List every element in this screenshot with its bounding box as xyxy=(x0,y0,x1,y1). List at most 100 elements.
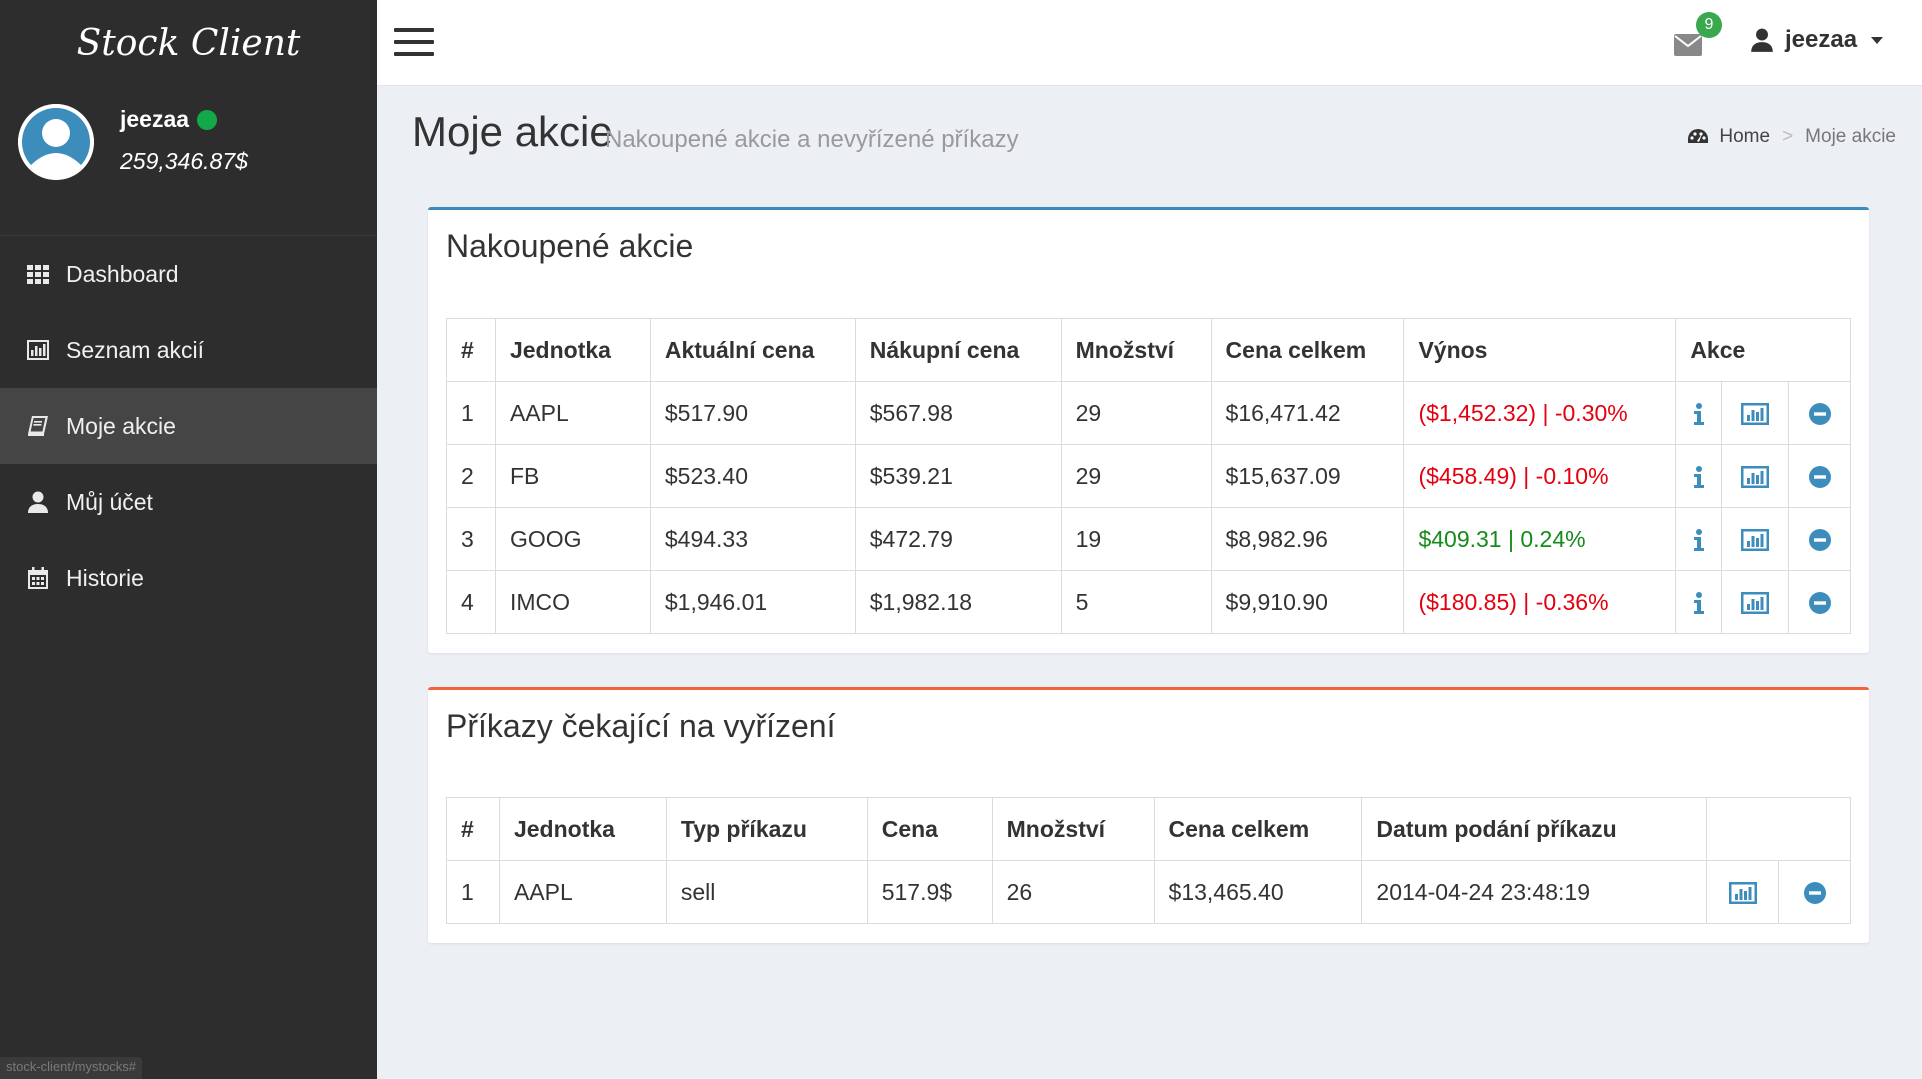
pending-orders-box: Příkazy čekající na vyřízení # Jednotka … xyxy=(428,687,1869,943)
yield-value: ($458.49) | -0.10% xyxy=(1403,444,1677,508)
total-price: $15,637.09 xyxy=(1210,444,1405,508)
brand-logo[interactable]: Stock Client xyxy=(0,0,377,86)
menu-toggle-icon[interactable] xyxy=(394,28,434,58)
sidebar: Stock Client jeezaa 259,346.87$ Dashboar… xyxy=(0,0,377,1079)
sell-button[interactable] xyxy=(1788,444,1851,508)
sidebar-item-label: Moje akcie xyxy=(66,412,176,439)
info-icon xyxy=(1693,589,1705,615)
calendar-icon xyxy=(26,566,50,590)
envelope-icon xyxy=(1674,34,1702,56)
row-index: 1 xyxy=(446,860,500,924)
chart-button[interactable] xyxy=(1706,860,1780,924)
minus-circle-icon xyxy=(1808,400,1831,426)
sell-button[interactable] xyxy=(1788,507,1851,571)
info-button[interactable] xyxy=(1675,507,1723,571)
avatar-icon xyxy=(18,104,94,180)
info-button[interactable] xyxy=(1675,444,1723,508)
sidebar-menu: Dashboard Seznam akcií Moje akcie Můj úč… xyxy=(0,236,377,616)
sell-button[interactable] xyxy=(1788,570,1851,634)
messages-badge: 9 xyxy=(1696,12,1722,38)
row-index: 1 xyxy=(446,381,496,445)
bar-chart-icon xyxy=(1741,400,1770,426)
breadcrumb-separator: > xyxy=(1782,126,1794,147)
column-header: Nákupní cena xyxy=(854,318,1062,382)
total-price: $9,910.90 xyxy=(1210,570,1405,634)
user-dropdown[interactable]: jeezaa xyxy=(1749,26,1884,54)
stock-symbol: AAPL xyxy=(494,381,651,445)
current-price: $494.33 xyxy=(649,507,856,571)
info-button[interactable] xyxy=(1675,381,1723,445)
table-row: 1 AAPL $517.90 $567.98 29 $16,471.42 ($1,452.3… xyxy=(446,381,1851,445)
column-header: # xyxy=(446,318,496,382)
info-icon xyxy=(1693,526,1705,552)
sidebar-item-dashboard[interactable]: Dashboard xyxy=(0,236,377,312)
column-header: Výnos xyxy=(1403,318,1677,382)
column-header: Cena celkem xyxy=(1153,797,1363,861)
column-header: Cena celkem xyxy=(1210,318,1405,382)
column-header xyxy=(1706,797,1851,861)
column-header: Cena xyxy=(866,797,993,861)
sidebar-username-text: jeezaa xyxy=(120,106,190,132)
bar-chart-icon xyxy=(1741,463,1770,489)
info-icon xyxy=(1693,400,1705,426)
current-price: $523.40 xyxy=(649,444,856,508)
table-row: 2 FB $523.40 $539.21 29 $15,637.09 ($458.49) |… xyxy=(446,444,1851,508)
table-header-row: # Jednotka Typ příkazu Cena Množství Cen… xyxy=(446,797,1851,861)
sidebar-item-label: Dashboard xyxy=(66,260,179,287)
minus-circle-icon xyxy=(1803,879,1826,905)
row-index: 2 xyxy=(446,444,496,508)
pending-orders-table: # Jednotka Typ příkazu Cena Množství Cen… xyxy=(446,797,1851,924)
breadcrumb-current: Moje akcie xyxy=(1805,126,1896,147)
yield-value: $409.31 | 0.24% xyxy=(1403,507,1677,571)
sidebar-item-stock-list[interactable]: Seznam akcií xyxy=(0,312,377,388)
sidebar-username: jeezaa xyxy=(120,106,218,133)
bar-chart-icon xyxy=(1741,526,1770,552)
sidebar-item-label: Můj účet xyxy=(66,488,153,515)
owned-stocks-title: Nakoupené akcie xyxy=(446,228,694,264)
owned-stocks-table: # Jednotka Aktuální cena Nákupní cena Mn… xyxy=(446,318,1851,634)
current-price: $517.90 xyxy=(649,381,856,445)
status-bar-url: stock-client/mystocks# xyxy=(0,1057,143,1079)
cancel-order-button[interactable] xyxy=(1778,860,1851,924)
avatar xyxy=(18,104,94,180)
chart-button[interactable] xyxy=(1721,381,1790,445)
sidebar-item-history[interactable]: Historie xyxy=(0,540,377,616)
caret-down-icon xyxy=(1871,36,1884,44)
table-row: 4 IMCO $1,946.01 $1,982.18 5 $9,910.90 ($180.8… xyxy=(446,570,1851,634)
row-index: 4 xyxy=(446,570,496,634)
chart-button[interactable] xyxy=(1721,570,1790,634)
breadcrumb-home[interactable]: Home xyxy=(1687,126,1770,148)
total-price: $16,471.42 xyxy=(1210,381,1405,445)
bar-chart-icon xyxy=(1728,879,1757,905)
quantity: 19 xyxy=(1060,507,1212,571)
sidebar-item-my-account[interactable]: Můj účet xyxy=(0,464,377,540)
row-index: 3 xyxy=(446,507,496,571)
page-title: Moje akcie xyxy=(412,108,613,155)
bar-chart-icon xyxy=(1741,589,1770,615)
stock-symbol: FB xyxy=(494,444,651,508)
table-row: 1 AAPL sell 517.9$ 26 $13,465.40 2014-04-24 23… xyxy=(446,860,1851,924)
user-panel: jeezaa 259,346.87$ xyxy=(0,86,377,236)
chart-button[interactable] xyxy=(1721,507,1790,571)
quantity: 5 xyxy=(1060,570,1212,634)
online-status-icon xyxy=(197,109,218,130)
minus-circle-icon xyxy=(1808,463,1831,489)
chart-button[interactable] xyxy=(1721,444,1790,508)
purchase-price: $539.21 xyxy=(854,444,1062,508)
purchase-price: $567.98 xyxy=(854,381,1062,445)
messages-button[interactable]: 9 xyxy=(1674,12,1722,62)
stock-symbol: AAPL xyxy=(498,860,667,924)
dashboard-icon xyxy=(1688,129,1709,143)
order-type: sell xyxy=(665,860,868,924)
info-button[interactable] xyxy=(1675,570,1723,634)
book-icon xyxy=(26,414,50,438)
sidebar-item-my-stocks[interactable]: Moje akcie xyxy=(0,388,377,464)
column-header: Množství xyxy=(991,797,1155,861)
order-price: 517.9$ xyxy=(866,860,993,924)
column-header: Množství xyxy=(1060,318,1212,382)
order-date: 2014-04-24 23:48:19 xyxy=(1361,860,1708,924)
page-subtitle: Nakoupené akcie a nevyřízené příkazy xyxy=(605,126,1019,153)
total-price: $13,465.40 xyxy=(1153,860,1363,924)
minus-circle-icon xyxy=(1808,589,1831,615)
sell-button[interactable] xyxy=(1788,381,1851,445)
